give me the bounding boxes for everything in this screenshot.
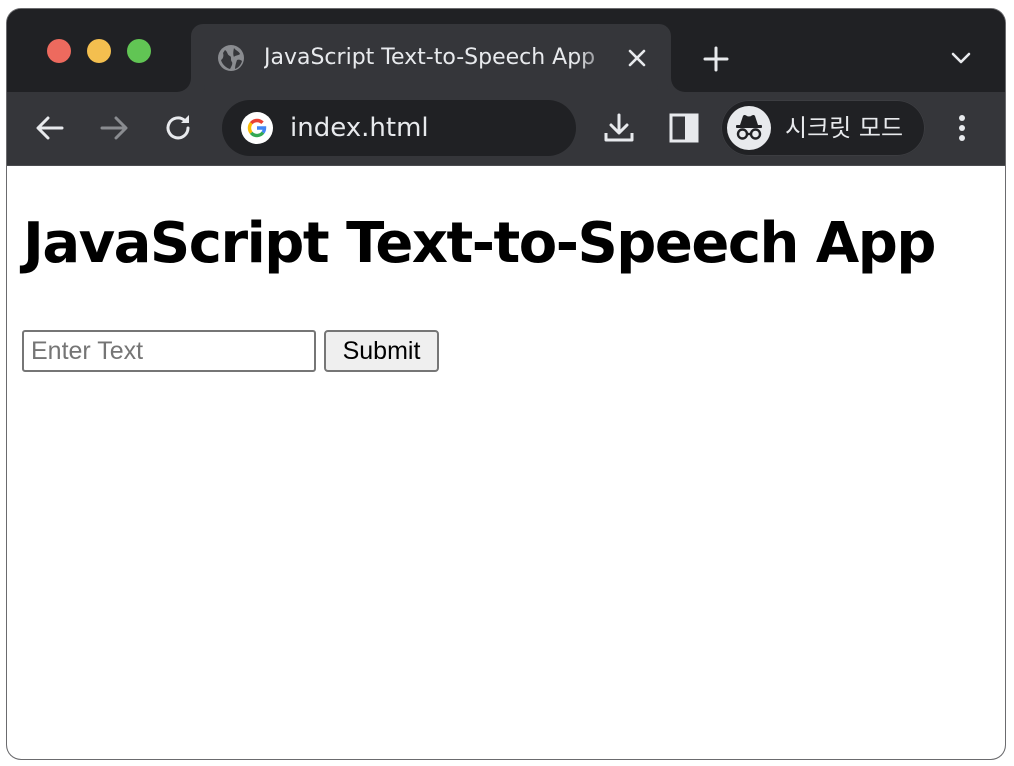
close-window-button[interactable]	[47, 39, 71, 63]
browser-toolbar: index.html 시크릿 모드	[7, 92, 1005, 166]
side-panel-icon[interactable]	[666, 110, 702, 146]
google-icon	[241, 112, 273, 144]
tab-strip: JavaScript Text-to-Speech App	[7, 9, 1005, 92]
new-tab-icon[interactable]	[700, 43, 732, 75]
url-text: index.html	[290, 113, 429, 143]
avatar	[727, 106, 771, 150]
incognito-label: 시크릿 모드	[785, 114, 904, 142]
page-title: JavaScript Text-to-Speech App	[23, 211, 936, 276]
browser-window: JavaScript Text-to-Speech App index.html…	[7, 9, 1005, 759]
download-icon[interactable]	[601, 110, 637, 146]
tab-title: JavaScript Text-to-Speech App	[264, 45, 596, 70]
tab-search-chevron-icon[interactable]	[948, 45, 974, 71]
incognito-profile-button[interactable]: 시크릿 모드	[721, 100, 925, 156]
close-tab-icon[interactable]	[625, 46, 649, 70]
maximize-window-button[interactable]	[127, 39, 151, 63]
submit-button[interactable]: Submit	[324, 330, 439, 372]
minimize-window-button[interactable]	[87, 39, 111, 63]
reload-icon[interactable]	[160, 110, 196, 146]
incognito-icon	[736, 115, 762, 140]
more-menu-icon[interactable]	[944, 110, 980, 146]
back-arrow-icon[interactable]	[32, 110, 68, 146]
forward-arrow-icon[interactable]	[96, 110, 132, 146]
address-bar[interactable]: index.html	[222, 100, 576, 156]
globe-icon	[218, 45, 244, 71]
page-content: JavaScript Text-to-Speech App Submit	[7, 166, 1005, 759]
browser-tab[interactable]: JavaScript Text-to-Speech App	[191, 24, 671, 92]
text-input[interactable]	[22, 330, 316, 372]
